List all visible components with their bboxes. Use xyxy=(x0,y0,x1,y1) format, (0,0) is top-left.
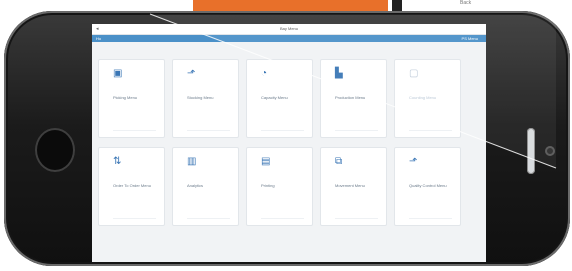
menu-tile[interactable]: ⧉ Movement Menu xyxy=(320,147,387,226)
tile-divider xyxy=(187,130,230,131)
tile-divider xyxy=(187,218,230,219)
tile-divider xyxy=(113,130,156,131)
menu-tile[interactable]: ▥ Analytics xyxy=(172,147,239,226)
movement-icon: ⧉ xyxy=(335,156,343,167)
phone-home-button[interactable] xyxy=(35,128,75,172)
menu-tile[interactable]: ◔ Capacity Menu xyxy=(246,59,313,138)
menu-tile-label: Counting Menu xyxy=(409,95,437,100)
menu-tile-label: Capacity Menu xyxy=(261,95,288,100)
tile-divider xyxy=(261,130,304,131)
printer-icon: ▤ xyxy=(261,156,271,167)
quality-icon: ⬏ xyxy=(409,156,418,167)
transfer-icon: ⇅ xyxy=(113,156,122,167)
home-link[interactable]: Ho xyxy=(96,36,101,41)
tile-divider xyxy=(261,218,304,219)
phone-camera xyxy=(545,146,555,156)
tile-divider xyxy=(409,218,452,219)
production-icon: ▙ xyxy=(335,68,343,79)
tile-divider xyxy=(335,218,378,219)
analytics-icon: ▥ xyxy=(187,156,197,167)
menu-tile[interactable]: ⇅ Order To Order Menu xyxy=(98,147,165,226)
app-title-bar: ◂ Bay Menu xyxy=(92,24,486,35)
user-menu[interactable]: PS Menu xyxy=(462,36,478,41)
phone-speaker xyxy=(527,128,535,174)
menu-tile-label: Printing xyxy=(261,183,275,188)
tile-divider xyxy=(113,218,156,219)
menu-tile-label: Picking Menu xyxy=(113,95,138,100)
menu-tile-label: Production Menu xyxy=(335,95,366,100)
menu-tile[interactable]: ▤ Printing xyxy=(246,147,313,226)
background-corner-text: Back xyxy=(460,0,472,6)
menu-tile-label: Stocking Menu xyxy=(187,95,214,100)
tile-divider xyxy=(335,130,378,131)
menu-tile-label: Analytics xyxy=(187,183,204,188)
menu-tile[interactable]: ▙ Production Menu xyxy=(320,59,387,138)
menu-tile-label: Order To Order Menu xyxy=(113,183,151,188)
menu-tile-label: Quality Control Menu xyxy=(409,183,447,188)
tile-divider xyxy=(409,130,452,131)
app-sub-bar: Ho PS Menu xyxy=(92,35,486,42)
menu-tile[interactable]: ⬏ Stocking Menu xyxy=(172,59,239,138)
app-screen: ◂ Bay Menu Ho PS Menu ▣ Picking Menu ⬏ Stoc… xyxy=(92,24,486,262)
putaway-icon: ⬏ xyxy=(187,68,196,79)
pallet-icon: ▣ xyxy=(113,68,123,79)
capacity-icon: ◔ xyxy=(261,68,268,79)
page-title: Bay Menu xyxy=(279,26,298,31)
counting-icon: ▢ xyxy=(409,68,419,79)
menu-tile[interactable]: ⬏ Quality Control Menu xyxy=(394,147,461,226)
menu-tile[interactable]: ▣ Picking Menu xyxy=(98,59,165,138)
menu-tile-label: Movement Menu xyxy=(335,183,365,188)
menu-tile[interactable]: ▢ Counting Menu xyxy=(394,59,461,138)
menu-tile-grid: ▣ Picking Menu ⬏ Stocking Menu ◔ Capacity Men… xyxy=(98,59,480,226)
